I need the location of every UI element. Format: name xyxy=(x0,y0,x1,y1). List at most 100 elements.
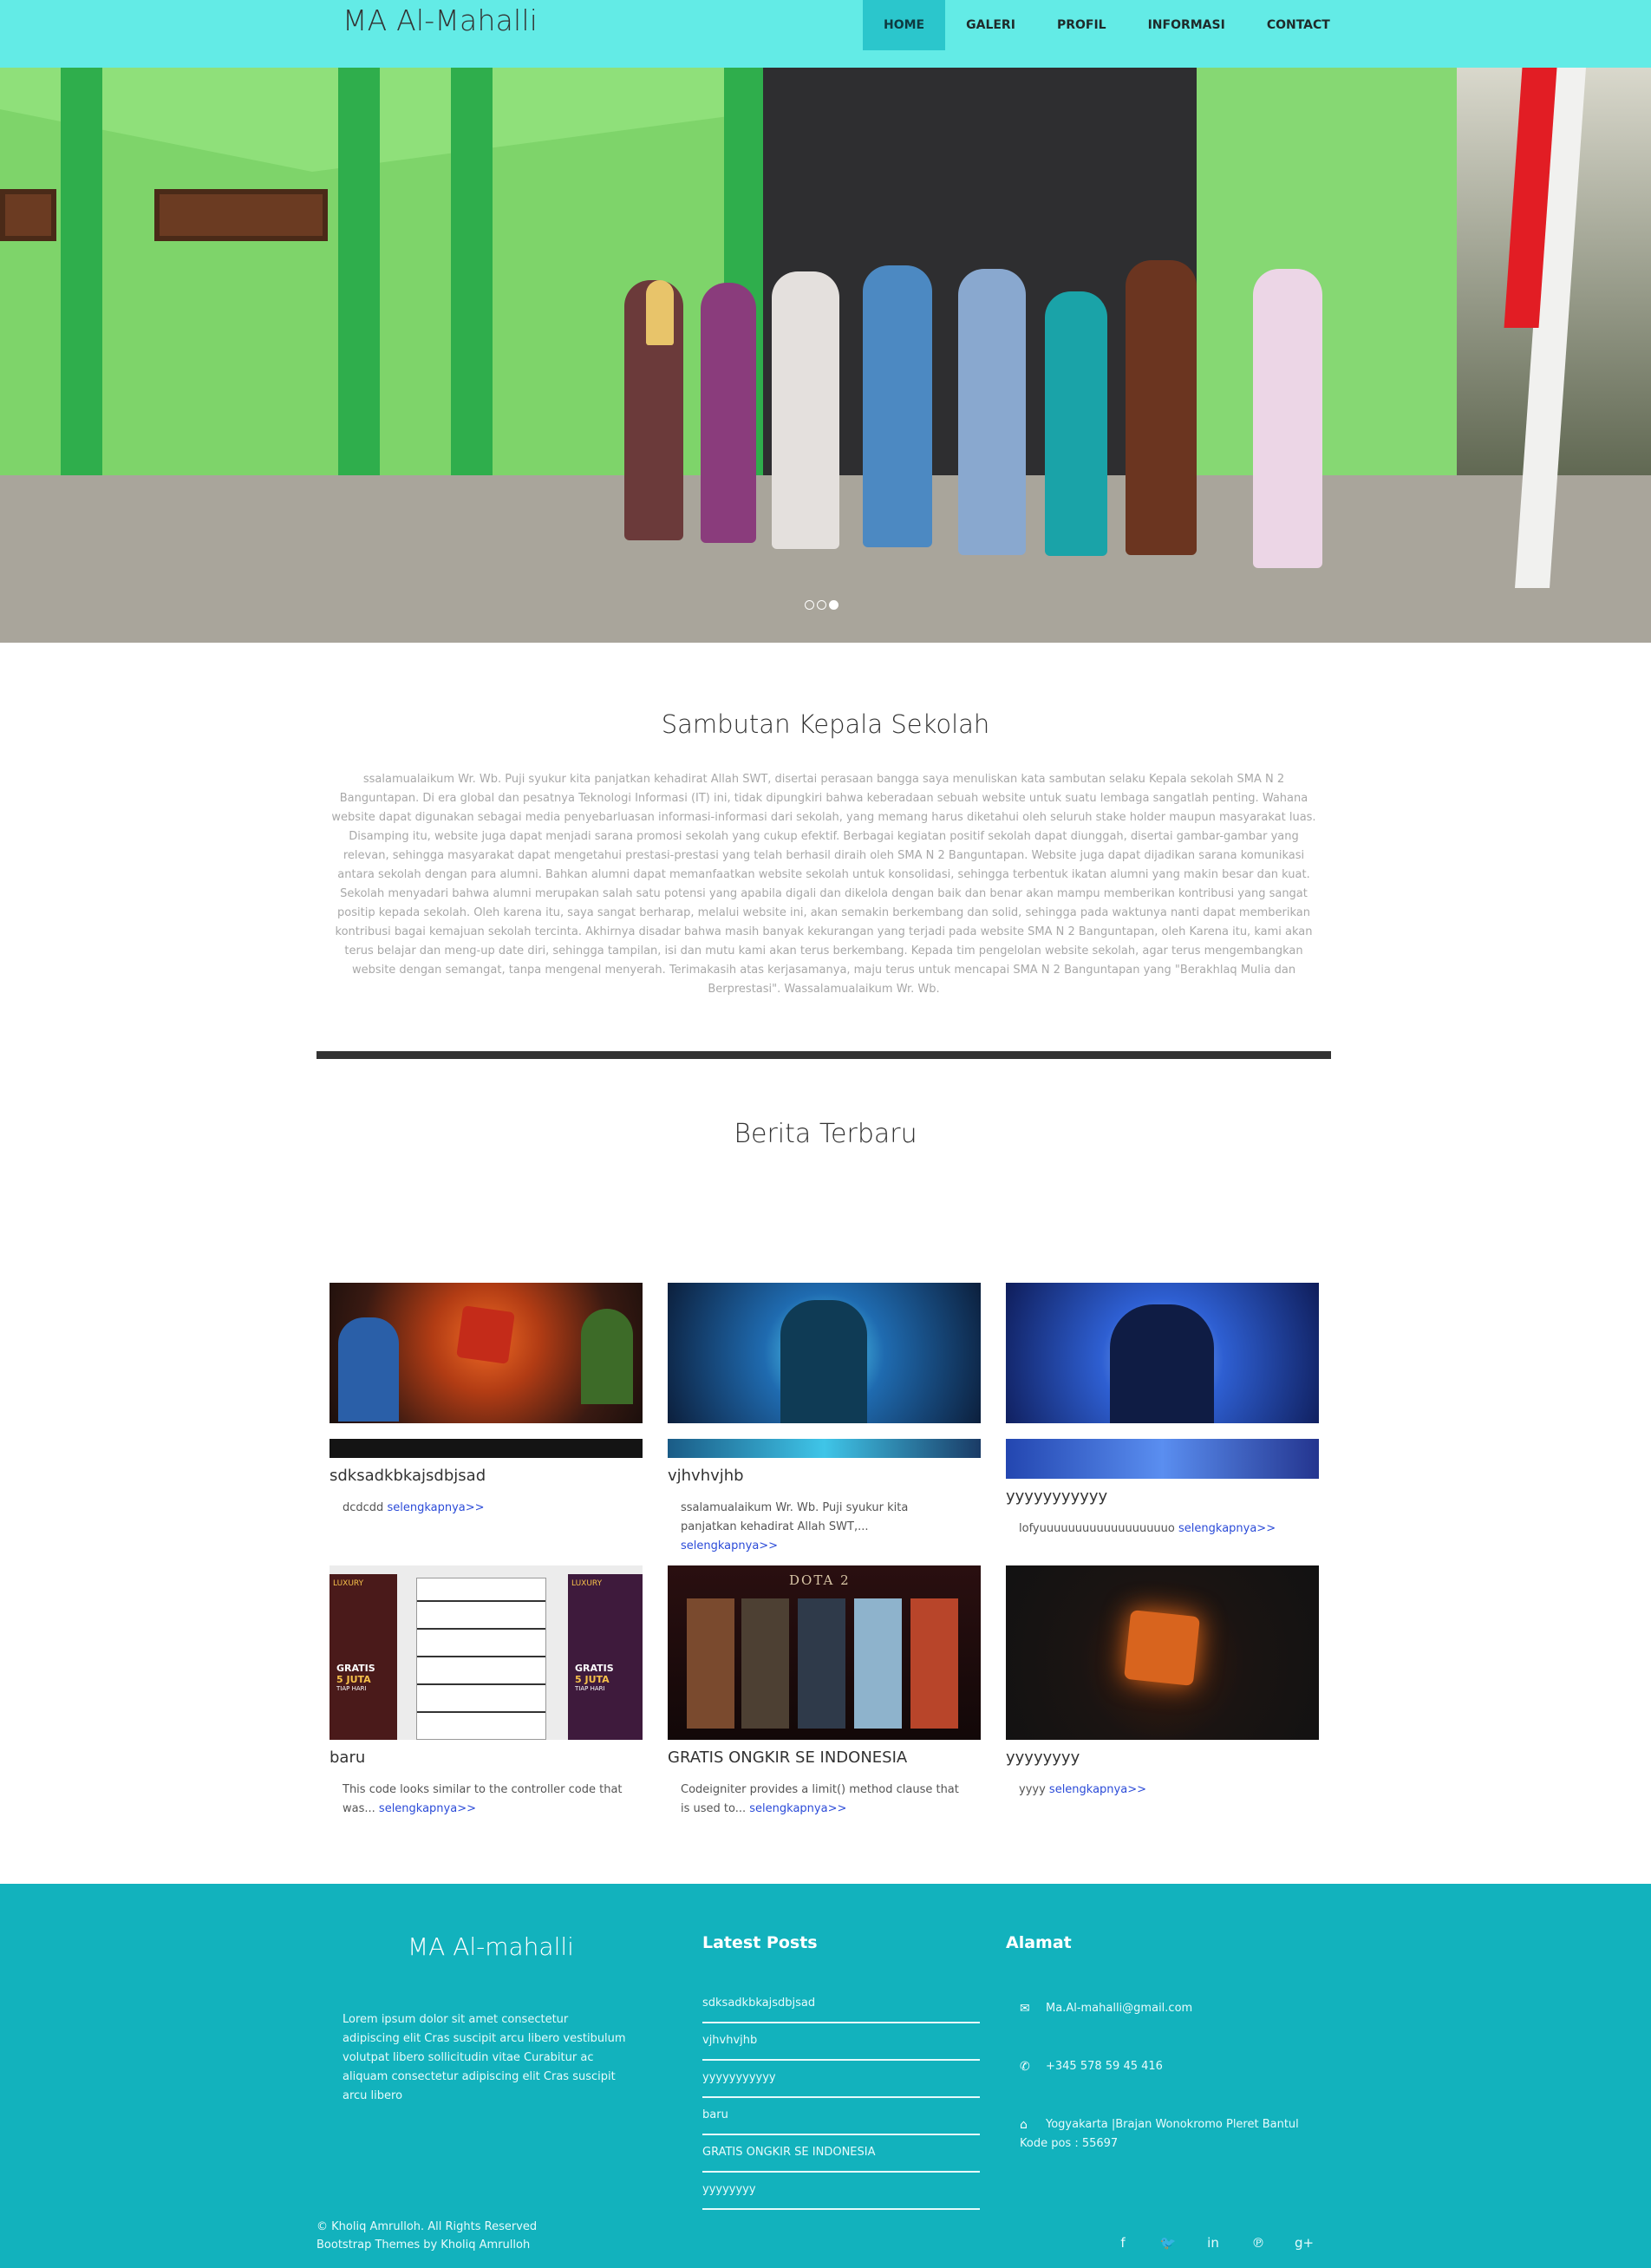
hero-pillar xyxy=(451,68,493,501)
news-excerpt: Codeigniter provides a limit() method cl… xyxy=(681,1783,959,1815)
hero-panel xyxy=(741,1598,789,1729)
hero-person xyxy=(646,280,674,345)
home-icon: ⌂ xyxy=(1020,2118,1028,2132)
gratis-label: GRATIS xyxy=(575,1663,614,1674)
read-more-link[interactable]: selengkapnya>> xyxy=(1178,1522,1276,1535)
manga-page xyxy=(416,1578,546,1740)
hero-person xyxy=(1045,291,1107,556)
latest-post-link[interactable]: yyyyyyyyyyy xyxy=(702,2061,980,2098)
alamat-heading: Alamat xyxy=(1006,1933,1072,1952)
hero-figure xyxy=(338,1317,399,1422)
read-more-link[interactable]: selengkapnya>> xyxy=(749,1802,846,1815)
hero-person xyxy=(701,283,756,543)
latest-post-link[interactable]: GRATIS ONGKIR SE INDONESIA xyxy=(702,2135,980,2173)
tiap-hari-label: TIAP HARI xyxy=(575,1685,605,1692)
twitter-icon[interactable]: 🐦 xyxy=(1159,2235,1177,2251)
news-title[interactable]: sdksadkbkajsdbjsad xyxy=(330,1467,643,1485)
email-text[interactable]: Ma.Al-mahalli@gmail.com xyxy=(1046,2002,1192,2016)
hero-figure xyxy=(780,1300,867,1423)
news-thumbnail[interactable] xyxy=(1006,1565,1319,1740)
read-more-link[interactable]: selengkapnya>> xyxy=(1049,1783,1146,1796)
news-card: yyyyyyyy yyyy selengkapnya>> xyxy=(1006,1565,1319,1800)
news-thumbnail[interactable] xyxy=(1006,1283,1319,1423)
tiap-hari-label: TIAP HARI xyxy=(336,1685,367,1692)
latest-post-link[interactable]: sdksadkbkajsdbjsad xyxy=(702,1986,980,2023)
credit-text[interactable]: Bootstrap Themes by Kholiq Amrulloh xyxy=(316,2236,537,2254)
contact-address: ⌂ Yogyakarta |Brajan Wonokromo Pleret Ba… xyxy=(1020,2118,1299,2132)
latest-post-link[interactable]: yyyyyyyy xyxy=(702,2173,980,2210)
nav-galeri[interactable]: GALERI xyxy=(945,0,1036,50)
news-thumbnail-strip xyxy=(668,1439,981,1458)
hero-pillar xyxy=(61,68,102,501)
facebook-icon[interactable]: f xyxy=(1114,2235,1132,2251)
hero-panel xyxy=(854,1598,902,1729)
sambutan-title: Sambutan Kepala Sekolah xyxy=(661,709,990,739)
hero-window xyxy=(154,189,328,241)
dota-logo-icon xyxy=(1124,1610,1200,1686)
latest-posts-list: sdksadkbkajsdbjsad vjhvhvjhb yyyyyyyyyyy… xyxy=(702,1986,980,2210)
site-brand[interactable]: MA Al-Mahalli xyxy=(343,3,538,37)
envelope-icon: ✉ xyxy=(1020,2002,1030,2016)
nav-profil[interactable]: PROFIL xyxy=(1036,0,1127,50)
nav-home[interactable]: HOME xyxy=(863,0,946,50)
linkedin-icon[interactable]: in xyxy=(1204,2235,1222,2251)
main-nav: HOME GALERI PROFIL INFORMASI CONTACT xyxy=(863,0,1351,50)
latest-post-link[interactable]: vjhvhvjhb xyxy=(702,2023,980,2061)
news-title[interactable]: yyyyyyyyyyy xyxy=(1006,1487,1319,1506)
news-thumbnail[interactable]: LUXURY GRATIS 5 JUTA TIAP HARI LUXURY GR… xyxy=(330,1565,643,1740)
slider-indicators xyxy=(805,600,839,610)
hero-person xyxy=(1126,260,1197,555)
dota-logo-icon xyxy=(456,1305,515,1364)
news-excerpt: ssalamualaikum Wr. Wb. Puji syukur kita … xyxy=(681,1501,909,1552)
read-more-link[interactable]: selengkapnya>> xyxy=(681,1539,778,1552)
news-card: vjhvhvjhb ssalamualaikum Wr. Wb. Puji sy… xyxy=(668,1283,981,1556)
hero-pillar xyxy=(338,68,380,501)
news-card: sdksadkbkajsdbjsad dcdcdd selengkapnya>> xyxy=(330,1283,643,1518)
slider-dot-active[interactable] xyxy=(829,600,839,610)
news-thumbnail[interactable] xyxy=(668,1283,981,1423)
footer-description: Lorem ipsum dolor sit amet consectetur a… xyxy=(343,2013,626,2102)
hero-figure xyxy=(1110,1304,1214,1423)
hero-person xyxy=(958,269,1026,555)
contact-phone: ✆ +345 578 59 45 416 xyxy=(1020,2060,1163,2074)
hero-figure xyxy=(581,1309,633,1404)
navbar: MA Al-Mahalli HOME GALERI PROFIL INFORMA… xyxy=(0,0,1651,68)
news-title[interactable]: vjhvhvjhb xyxy=(668,1467,981,1485)
news-title[interactable]: yyyyyyyy xyxy=(1006,1748,1319,1767)
hero-panel xyxy=(910,1598,958,1729)
hero-window xyxy=(0,189,56,241)
ad-banner-left: LUXURY GRATIS 5 JUTA TIAP HARI xyxy=(330,1574,397,1740)
read-more-link[interactable]: selengkapnya>> xyxy=(387,1501,484,1514)
news-excerpt: dcdcdd selengkapnya>> xyxy=(343,1501,485,1514)
news-excerpt: This code looks similar to the controlle… xyxy=(343,1783,623,1815)
news-card: DOTA 2 GRATIS ONGKIR SE INDONESIA Codeig… xyxy=(668,1565,981,1819)
phone-icon: ✆ xyxy=(1020,2060,1030,2074)
berita-title: Berita Terbaru xyxy=(734,1119,917,1149)
sambutan-text: ssalamualaikum Wr. Wb. Puji syukur kita … xyxy=(331,773,1316,996)
nav-contact[interactable]: CONTACT xyxy=(1246,0,1351,50)
latest-post-link[interactable]: baru xyxy=(702,2098,980,2135)
read-more-link[interactable]: selengkapnya>> xyxy=(379,1802,476,1815)
latest-posts-heading: Latest Posts xyxy=(702,1933,818,1952)
news-thumbnail[interactable] xyxy=(330,1283,643,1423)
hero-panel xyxy=(798,1598,845,1729)
pinterest-icon[interactable]: ℗ xyxy=(1250,2235,1267,2251)
slider-dot[interactable] xyxy=(805,600,814,610)
hero-panel xyxy=(687,1598,734,1729)
nav-informasi[interactable]: INFORMASI xyxy=(1127,0,1246,50)
phone-text: +345 578 59 45 416 xyxy=(1046,2060,1163,2073)
hero-slider[interactable] xyxy=(0,68,1651,643)
hero-building-wall-right xyxy=(1197,68,1457,501)
news-title[interactable]: GRATIS ONGKIR SE INDONESIA xyxy=(668,1748,981,1767)
hero-person xyxy=(1253,269,1322,568)
section-divider xyxy=(316,1051,1331,1059)
google-plus-icon[interactable]: g+ xyxy=(1295,2235,1314,2251)
slider-dot[interactable] xyxy=(817,600,826,610)
news-excerpt: yyyy selengkapnya>> xyxy=(1019,1783,1146,1796)
contact-email: ✉ Ma.Al-mahalli@gmail.com xyxy=(1020,2002,1192,2016)
news-title[interactable]: baru xyxy=(330,1748,643,1767)
news-card: LUXURY GRATIS 5 JUTA TIAP HARI LUXURY GR… xyxy=(330,1565,643,1819)
news-thumbnail[interactable]: DOTA 2 xyxy=(668,1565,981,1740)
news-thumbnail-strip xyxy=(1006,1439,1319,1479)
news-card: yyyyyyyyyyy lofyuuuuuuuuuuuuuuuuuuo sele… xyxy=(1006,1283,1319,1539)
